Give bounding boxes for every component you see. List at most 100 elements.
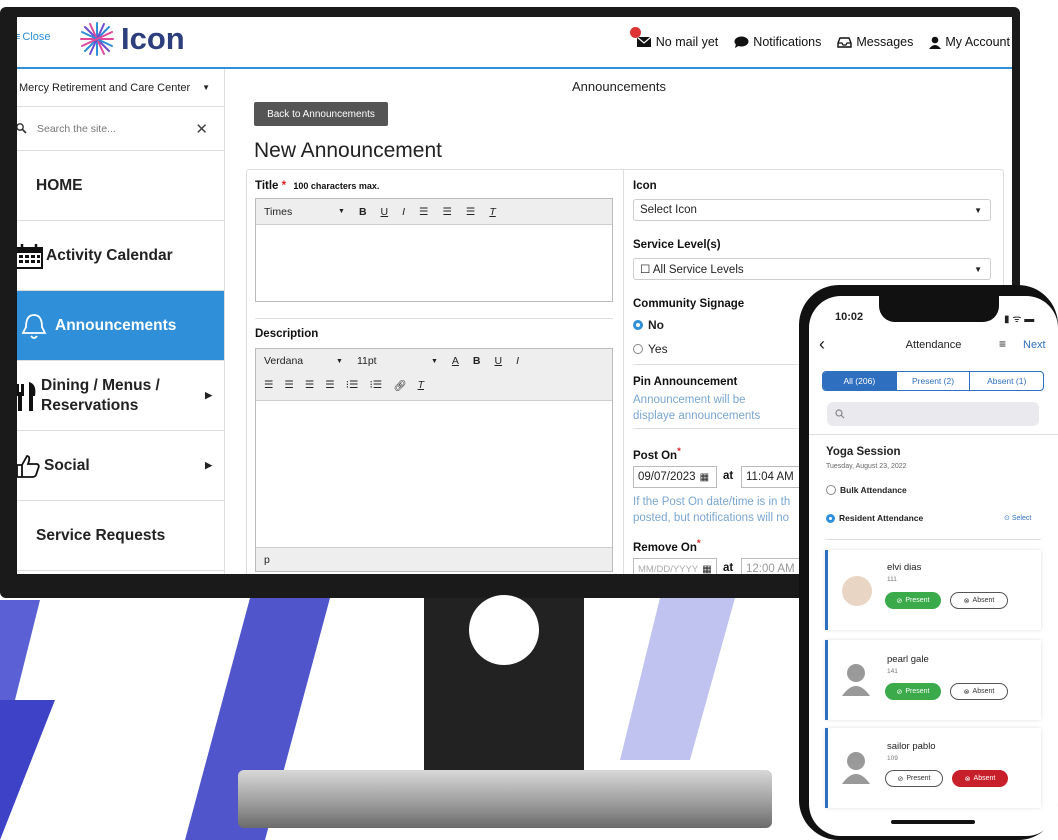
- signage-no-radio[interactable]: No: [633, 318, 664, 332]
- align-center-icon[interactable]: ☰: [284, 379, 293, 391]
- radio-selected-icon: [633, 320, 643, 330]
- close-menu-button[interactable]: ≡ Close: [17, 31, 51, 43]
- user-icon: [929, 36, 942, 49]
- calendar-icon[interactable]: ▦: [700, 472, 709, 483]
- messages-link[interactable]: Messages: [837, 35, 913, 49]
- align-right-icon[interactable]: ☰: [466, 206, 475, 218]
- avatar-placeholder-icon: [842, 752, 870, 784]
- calendar-icon[interactable]: ▦: [702, 564, 711, 575]
- caret-down-icon[interactable]: ▼: [336, 358, 343, 365]
- bulk-attendance-radio[interactable]: Bulk Attendance: [826, 485, 907, 495]
- clear-format-icon[interactable]: T: [418, 379, 424, 391]
- font-family-select[interactable]: Verdana: [264, 355, 322, 367]
- tab-present[interactable]: Present (2): [897, 372, 971, 390]
- tab-absent[interactable]: Absent (1): [970, 372, 1043, 390]
- search-input[interactable]: [827, 402, 1039, 426]
- resident-attendance-label: Resident Attendance: [839, 513, 924, 523]
- sidebar-item-dining[interactable]: Dining / Menus / Reservations ▶: [17, 361, 224, 431]
- notifications-link[interactable]: Notifications: [734, 35, 821, 49]
- align-left-icon[interactable]: ☰: [264, 379, 273, 391]
- inbox-icon: [837, 37, 853, 48]
- present-button[interactable]: ⊘ Present: [885, 770, 943, 787]
- bullet-list-icon[interactable]: ⁝☰: [346, 379, 359, 391]
- align-right-icon[interactable]: ☰: [305, 379, 314, 391]
- absent-button[interactable]: ⊗ Absent: [952, 770, 1008, 787]
- title-label: Title * 100 characters max.: [255, 180, 379, 192]
- logo[interactable]: Icon: [79, 21, 185, 57]
- sidebar-item-activity-calendar[interactable]: Activity Calendar: [17, 221, 224, 291]
- event-date: Tuesday, August 23, 2022: [826, 463, 907, 470]
- caret-down-icon[interactable]: ▼: [431, 358, 438, 365]
- tab-all[interactable]: All (206): [823, 372, 897, 390]
- service-level-label: Service Level(s): [633, 239, 721, 251]
- site-selector[interactable]: Mercy Retirement and Care Center ▼: [17, 69, 224, 107]
- bold-icon[interactable]: B: [359, 206, 367, 218]
- breadcrumb: Announcements: [572, 79, 666, 94]
- signal-icon: ▮: [1004, 314, 1010, 325]
- present-button[interactable]: ⊘ Present: [885, 683, 941, 700]
- signage-yes-radio[interactable]: Yes: [633, 342, 668, 356]
- sidebar-item-label: Social: [44, 456, 90, 474]
- top-bar: ≡ Close Icon No mail yet Notifications M…: [17, 17, 1012, 69]
- wifi-icon: ᯤ: [1012, 314, 1022, 325]
- messages-label: Messages: [856, 35, 914, 49]
- absent-button[interactable]: ⊗ Absent: [950, 683, 1008, 700]
- clear-format-icon[interactable]: T: [489, 206, 495, 218]
- checkbox-icon[interactable]: ☐: [640, 264, 650, 276]
- resident-card[interactable]: pearl gale 141 ⊘ Present ⊗ Absent: [825, 640, 1041, 720]
- resident-attendance-radio[interactable]: Resident Attendance: [826, 513, 923, 523]
- absent-button[interactable]: ⊗ Absent: [950, 592, 1008, 609]
- signage-no-label: No: [648, 318, 664, 332]
- text-color-icon[interactable]: A: [452, 355, 459, 367]
- phone-header-title: Attendance: [905, 339, 962, 351]
- underline-icon[interactable]: U: [381, 206, 389, 218]
- font-size-select[interactable]: 11pt: [357, 355, 417, 367]
- numbered-list-icon[interactable]: ⁝☰: [369, 379, 382, 391]
- link-icon[interactable]: 🔗︎: [393, 379, 406, 392]
- back-to-announcements-button[interactable]: Back to Announcements: [254, 102, 388, 126]
- caret-down-icon: ▼: [974, 205, 982, 215]
- clear-search-icon[interactable]: ✕: [195, 120, 208, 138]
- post-date-value: 09/07/2023: [638, 471, 696, 483]
- present-label: Present: [905, 688, 930, 695]
- site-search[interactable]: Search the site... ✕: [17, 107, 224, 151]
- top-nav: No mail yet Notifications Messages My Ac…: [629, 27, 1010, 49]
- service-level-select[interactable]: ☐ All Service Levels ▼: [633, 258, 991, 280]
- description-editor[interactable]: Verdana ▼ 11pt ▼ A B U I ☰ ☰ ☰ ☰ ⁝☰ ⁝☰ 🔗…: [255, 348, 613, 572]
- align-justify-icon[interactable]: ☰: [325, 379, 334, 391]
- menu-icon: ≡: [17, 31, 21, 43]
- bold-icon[interactable]: B: [473, 355, 481, 367]
- caret-down-icon[interactable]: ▼: [338, 208, 345, 215]
- filter-icon[interactable]: ≡: [999, 337, 1006, 351]
- align-left-icon[interactable]: ☰: [419, 206, 428, 218]
- my-account-link[interactable]: My Account: [929, 35, 1010, 49]
- select-button[interactable]: ⊙ Select: [1004, 514, 1031, 522]
- resident-card[interactable]: elvi dias 111 ⊘ Present ⊗ Absent: [825, 550, 1041, 630]
- font-family-select[interactable]: Times: [264, 206, 324, 218]
- status-icons: ▮ ᯤ ▬: [1004, 311, 1034, 325]
- event-title: Yoga Session: [826, 446, 901, 458]
- italic-icon[interactable]: I: [516, 355, 519, 367]
- present-button[interactable]: ⊘ Present: [885, 592, 941, 609]
- sidebar-item-service-requests[interactable]: Service Requests: [17, 501, 224, 571]
- remove-on-date-input[interactable]: MM/DD/YYYY ▦: [633, 558, 717, 574]
- pin-hint: Announcement will be displaye announceme…: [633, 394, 761, 422]
- post-on-date-input[interactable]: 09/07/2023 ▦: [633, 466, 717, 488]
- next-button[interactable]: Next: [1023, 339, 1046, 351]
- sidebar-item-announcements[interactable]: Announcements: [17, 291, 224, 361]
- remove-date-placeholder: MM/DD/YYYY: [638, 563, 699, 575]
- x-circle-icon: ⊗: [963, 597, 970, 605]
- chevron-right-icon: ▶: [205, 460, 212, 470]
- sidebar-item-social[interactable]: Social ▶: [17, 431, 224, 501]
- radio-icon: [826, 485, 836, 495]
- mail-link[interactable]: No mail yet: [629, 27, 718, 49]
- resident-card[interactable]: sailor pablo 109 ⊘ Present ⊗ Absent: [825, 728, 1041, 808]
- underline-icon[interactable]: U: [494, 355, 502, 367]
- italic-icon[interactable]: I: [402, 206, 405, 218]
- title-editor[interactable]: Times ▼ B U I ☰ ☰ ☰ T: [255, 198, 613, 302]
- divider: [825, 539, 1041, 540]
- align-center-icon[interactable]: ☰: [442, 206, 451, 218]
- divider: [809, 434, 1058, 435]
- icon-select[interactable]: Select Icon ▼: [633, 199, 991, 221]
- sidebar-item-home[interactable]: HOME: [17, 151, 224, 221]
